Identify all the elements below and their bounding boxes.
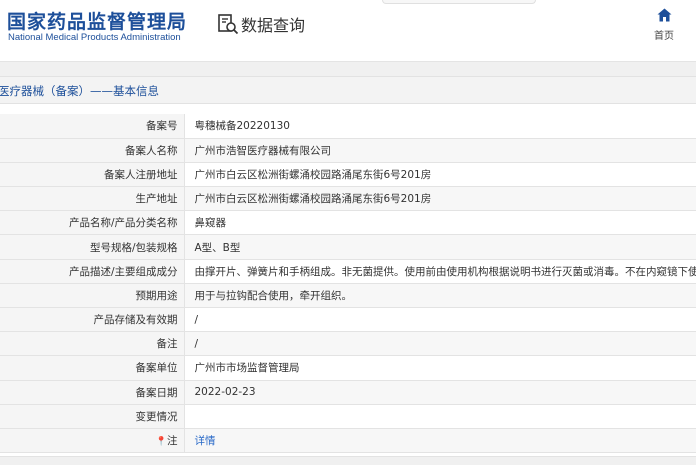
table-row: 产品存储及有效期 / xyxy=(0,307,696,333)
field-value: 广州市浩智医疗器械有限公司 xyxy=(184,138,696,163)
field-label-text: 备案单位 xyxy=(135,362,178,375)
table-row: 备注 / xyxy=(0,331,696,357)
table-row: 变更情况 xyxy=(0,404,696,429)
field-value-text: 广州市白云区松洲街螺涌校园路涌尾东街6号201房 xyxy=(194,168,432,181)
table-row: 产品描述/主要组成成分 由撑开片、弹簧片和手柄组成。非无菌提供。使用前由使用机构根… xyxy=(0,259,696,284)
field-label: 备案人名称 xyxy=(0,138,185,163)
header-divider-band xyxy=(0,62,696,76)
field-value: 粤穗械备20220130 xyxy=(184,114,696,139)
field-value: 用于与拉钩配合使用，牵开组织。 xyxy=(184,283,696,309)
field-label-text: 备案日期 xyxy=(135,386,178,399)
table-row: 备案号 粤穗械备20220130 xyxy=(0,114,696,139)
field-label-text: 注 xyxy=(167,435,178,448)
table-row: 备案日期 2022-02-23 xyxy=(0,380,696,405)
field-label-text: 变更情况 xyxy=(135,410,178,423)
field-label-text: 生产地址 xyxy=(135,193,178,206)
home-label: 首页 xyxy=(654,31,674,42)
field-label-text: 产品名称/产品分类名称 xyxy=(68,217,178,230)
table-row: 生产地址 广州市白云区松洲街螺涌校园路涌尾东街6号201房 xyxy=(0,186,696,212)
table-row: 备案人注册地址 广州市白云区松洲街螺涌校园路涌尾东街6号201房 xyxy=(0,162,696,188)
top-search-tab[interactable] xyxy=(382,0,536,4)
details-link[interactable]: 详情 xyxy=(195,435,216,447)
field-label: 备案号 xyxy=(0,114,185,139)
field-label: 型号规格/包装规格 xyxy=(0,234,185,260)
field-label: 产品名称/产品分类名称 xyxy=(0,210,185,236)
field-label: 📍注 xyxy=(0,428,185,454)
table-row: 预期用途 用于与拉钩配合使用，牵开组织。 xyxy=(0,283,696,309)
field-value: 广州市白云区松洲街螺涌校园路涌尾东街6号201房 xyxy=(184,186,696,212)
field-value-text: / xyxy=(194,313,199,326)
field-label-text: 备案号 xyxy=(146,120,178,133)
search-document-icon xyxy=(218,14,239,35)
field-label: 生产地址 xyxy=(0,186,185,212)
section-title: 医疗器械（备案）——基本信息 xyxy=(0,84,159,98)
table-row: 产品名称/产品分类名称 鼻窥器 xyxy=(0,210,696,236)
field-label-text: 产品描述/主要组成成分 xyxy=(68,265,178,278)
field-value-text: / xyxy=(194,337,199,350)
field-label: 产品存储及有效期 xyxy=(0,307,185,333)
field-value: 鼻窥器 xyxy=(184,210,696,236)
site-header: 国家药品监督管理局 National Medical Products Admi… xyxy=(0,0,696,62)
data-query-label: 数据查询 xyxy=(241,16,306,35)
field-value-text: 广州市市场监督管理局 xyxy=(194,362,300,375)
field-value-text: 广州市白云区松洲街螺涌校园路涌尾东街6号201房 xyxy=(194,193,432,206)
field-value-text: 鼻窥器 xyxy=(194,217,227,230)
field-value-text: 广州市浩智医疗器械有限公司 xyxy=(194,144,332,157)
field-value: 详情 xyxy=(184,428,696,454)
section-header: 医疗器械（备案）——基本信息 xyxy=(0,76,696,104)
field-value-text: A型、B型 xyxy=(194,241,241,254)
field-value: / xyxy=(184,331,696,357)
field-label-text: 备案人名称 xyxy=(125,144,178,157)
field-label-text: 型号规格/包装规格 xyxy=(89,241,178,254)
field-label-text: 备注 xyxy=(156,338,178,351)
bottom-band xyxy=(0,456,696,465)
field-value-text: 用于与拉钩配合使用，牵开组织。 xyxy=(194,289,353,302)
field-label: 变更情况 xyxy=(0,404,185,429)
field-value: 由撑开片、弹簧片和手柄组成。非无菌提供。使用前由使用机构根据说明书进行灭菌或消毒… xyxy=(184,259,696,284)
data-query-link[interactable]: 数据查询 xyxy=(217,12,305,36)
table-row: 备案人名称 广州市浩智医疗器械有限公司 xyxy=(0,138,696,163)
table-row: 📍注 详情 xyxy=(0,428,696,454)
field-label: 备案单位 xyxy=(0,355,185,381)
pin-icon: 📍 xyxy=(155,437,167,448)
field-label-text: 预期用途 xyxy=(135,289,178,302)
field-value-text: 由撑开片、弹簧片和手柄组成。非无菌提供。使用前由使用机构根据说明书进行灭菌或消毒… xyxy=(194,265,696,278)
table-row: 型号规格/包装规格 A型、B型 xyxy=(0,234,696,260)
field-label-text: 备案人注册地址 xyxy=(104,168,178,181)
home-icon xyxy=(657,8,671,22)
site-logo-subtitle: National Medical Products Administration xyxy=(8,32,181,43)
field-label: 预期用途 xyxy=(0,283,185,309)
field-label: 产品描述/主要组成成分 xyxy=(0,259,185,284)
field-value: 广州市白云区松洲街螺涌校园路涌尾东街6号201房 xyxy=(184,162,696,188)
field-value: 广州市市场监督管理局 xyxy=(184,355,696,381)
home-link[interactable]: 首页 xyxy=(648,8,680,44)
field-value-text: 2022-02-23 xyxy=(194,386,256,399)
field-value: A型、B型 xyxy=(184,234,696,260)
site-logo-title[interactable]: 国家药品监督管理局 xyxy=(7,7,187,34)
field-label: 备案日期 xyxy=(0,380,185,405)
field-label: 备注 xyxy=(0,331,185,357)
field-label-text: 产品存储及有效期 xyxy=(93,314,178,327)
field-value-text: 粤穗械备20220130 xyxy=(194,120,290,133)
field-value: 2022-02-23 xyxy=(184,380,696,405)
field-label: 备案人注册地址 xyxy=(0,162,185,188)
field-value xyxy=(184,404,696,429)
table-row: 备案单位 广州市市场监督管理局 xyxy=(0,355,696,381)
detail-table: 备案号 粤穗械备20220130 备案人名称 广州市浩智医疗器械有限公司备案人注册地址… xyxy=(0,114,696,454)
field-value: / xyxy=(184,307,696,333)
